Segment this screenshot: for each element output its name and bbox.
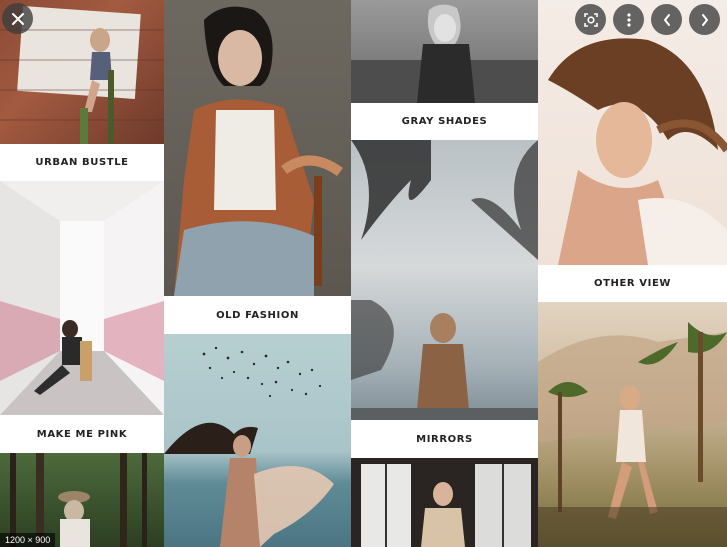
- chevron-left-icon: [663, 13, 670, 26]
- more-options-button[interactable]: [613, 4, 644, 35]
- photo-make-me-pink-art: [0, 181, 164, 415]
- photo-gray-shades-art: [351, 4, 538, 103]
- photo-window[interactable]: [351, 458, 538, 547]
- next-image-button[interactable]: [689, 4, 720, 35]
- close-icon: [11, 12, 24, 25]
- photo-old-fashion-art: [174, 6, 343, 296]
- photo-mirrors-art: [351, 140, 538, 420]
- photo-beach-birds-art: [164, 346, 334, 547]
- more-vertical-icon: [626, 12, 631, 27]
- caption-urban-bustle[interactable]: URBAN BUSTLE: [0, 144, 164, 181]
- caption-make-me-pink[interactable]: MAKE ME PINK: [0, 415, 164, 453]
- close-button[interactable]: [2, 3, 33, 34]
- photo-window-art: [361, 464, 531, 547]
- photo-gray-shades[interactable]: [351, 0, 538, 103]
- image-dimensions: 1200 × 900: [0, 533, 56, 547]
- photo-other-view[interactable]: [538, 0, 727, 265]
- photo-mirrors[interactable]: [351, 140, 538, 420]
- column-3: GRAY SHADES MIRRORS: [351, 0, 538, 547]
- caption-old-fashion[interactable]: OLD FASHION: [164, 296, 351, 334]
- photo-make-me-pink[interactable]: [0, 181, 164, 415]
- caption-other-view[interactable]: OTHER VIEW: [538, 265, 727, 302]
- column-2: OLD FASHION: [164, 0, 351, 547]
- column-1: URBAN BUSTLE MAKE ME PINK 1200 × 900: [0, 0, 164, 547]
- photo-old-fashion[interactable]: [164, 0, 351, 296]
- column-4: OTHER VIEW: [538, 0, 727, 547]
- photo-palms-art: [538, 322, 727, 547]
- chevron-right-icon: [701, 13, 708, 26]
- caption-mirrors[interactable]: MIRRORS: [351, 420, 538, 458]
- photo-other-view-art: [548, 38, 727, 265]
- lens-search-icon: [583, 12, 598, 27]
- photo-palms[interactable]: [538, 302, 727, 547]
- lens-search-button[interactable]: [575, 4, 606, 35]
- photo-forest[interactable]: 1200 × 900: [0, 453, 164, 547]
- caption-gray-shades[interactable]: GRAY SHADES: [351, 103, 538, 140]
- previous-image-button[interactable]: [651, 4, 682, 35]
- photo-beach-birds[interactable]: [164, 334, 351, 547]
